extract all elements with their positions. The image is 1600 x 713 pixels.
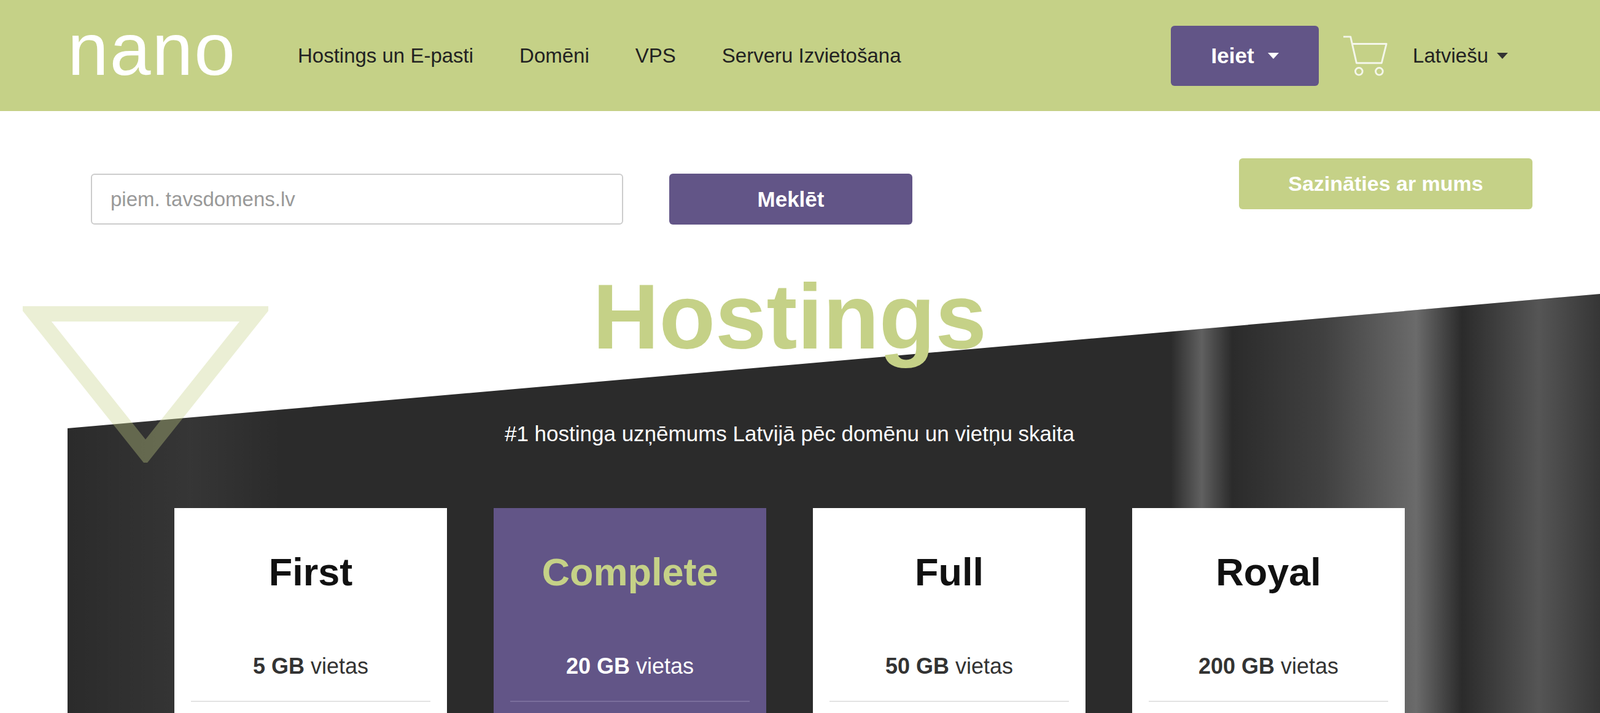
main-nav: Hostings un E-pasti Domēni VPS Serveru Izvi… (297, 44, 902, 68)
login-button[interactable]: Ieiet (1170, 25, 1319, 86)
plan-list: First 5 GBvietas Complete 20 GBvietas Full 50… (174, 508, 1405, 713)
header-actions: Ieiet Latviešu (1170, 25, 1508, 86)
plan-name: First (268, 549, 354, 597)
header: nano Hostings un E-pasti Domēni VPS Serveru … (0, 0, 1600, 112)
triangle-icon (22, 306, 269, 463)
domain-search: Meklēt (90, 173, 913, 225)
cart-icon[interactable] (1342, 33, 1391, 79)
plan-card[interactable]: Full 50 GBvietas (812, 508, 1086, 713)
hero-title: Hostings (592, 261, 987, 373)
nav-item[interactable]: VPS (635, 44, 676, 68)
hero: Hostings #1 hostinga uzņēmums Latvijā pēc… (0, 224, 1600, 713)
domain-search-input[interactable] (90, 173, 624, 225)
hero-content: Hostings #1 hostinga uzņēmums Latvijā pēc… (0, 224, 1600, 713)
caret-down-icon (1267, 52, 1279, 59)
contact-button[interactable]: Sazināties ar mums (1238, 158, 1533, 210)
plan-name: Royal (1215, 549, 1322, 597)
logo[interactable]: nano (67, 12, 237, 86)
plan-storage: 5 GBvietas (190, 653, 431, 703)
plan-storage: 20 GBvietas (510, 653, 750, 703)
page: nano Hostings un E-pasti Domēni VPS Serveru … (0, 0, 1600, 713)
plan-name: Full (914, 549, 984, 597)
nav-item[interactable]: Hostings un E-pasti (297, 44, 474, 68)
hero-subtitle: #1 hostinga uzņēmums Latvijā pēc domēnu … (504, 421, 1075, 447)
search-row: Meklēt Sazināties ar mums (0, 111, 1600, 225)
nav-item[interactable]: Serveru Izvietošana (722, 44, 902, 68)
plan-storage: 50 GBvietas (829, 653, 1069, 703)
caret-down-icon (1496, 52, 1508, 59)
plan-card[interactable]: First 5 GBvietas (174, 508, 447, 713)
plan-storage: 200 GBvietas (1148, 653, 1389, 703)
plan-name: Complete (541, 549, 718, 597)
language-select[interactable]: Latviešu (1412, 44, 1508, 68)
plan-card[interactable]: Complete 20 GBvietas (493, 508, 767, 713)
search-button[interactable]: Meklēt (669, 173, 913, 225)
nav-item[interactable]: Domēni (519, 44, 590, 68)
plan-card[interactable]: Royal 200 GBvietas (1132, 508, 1405, 713)
